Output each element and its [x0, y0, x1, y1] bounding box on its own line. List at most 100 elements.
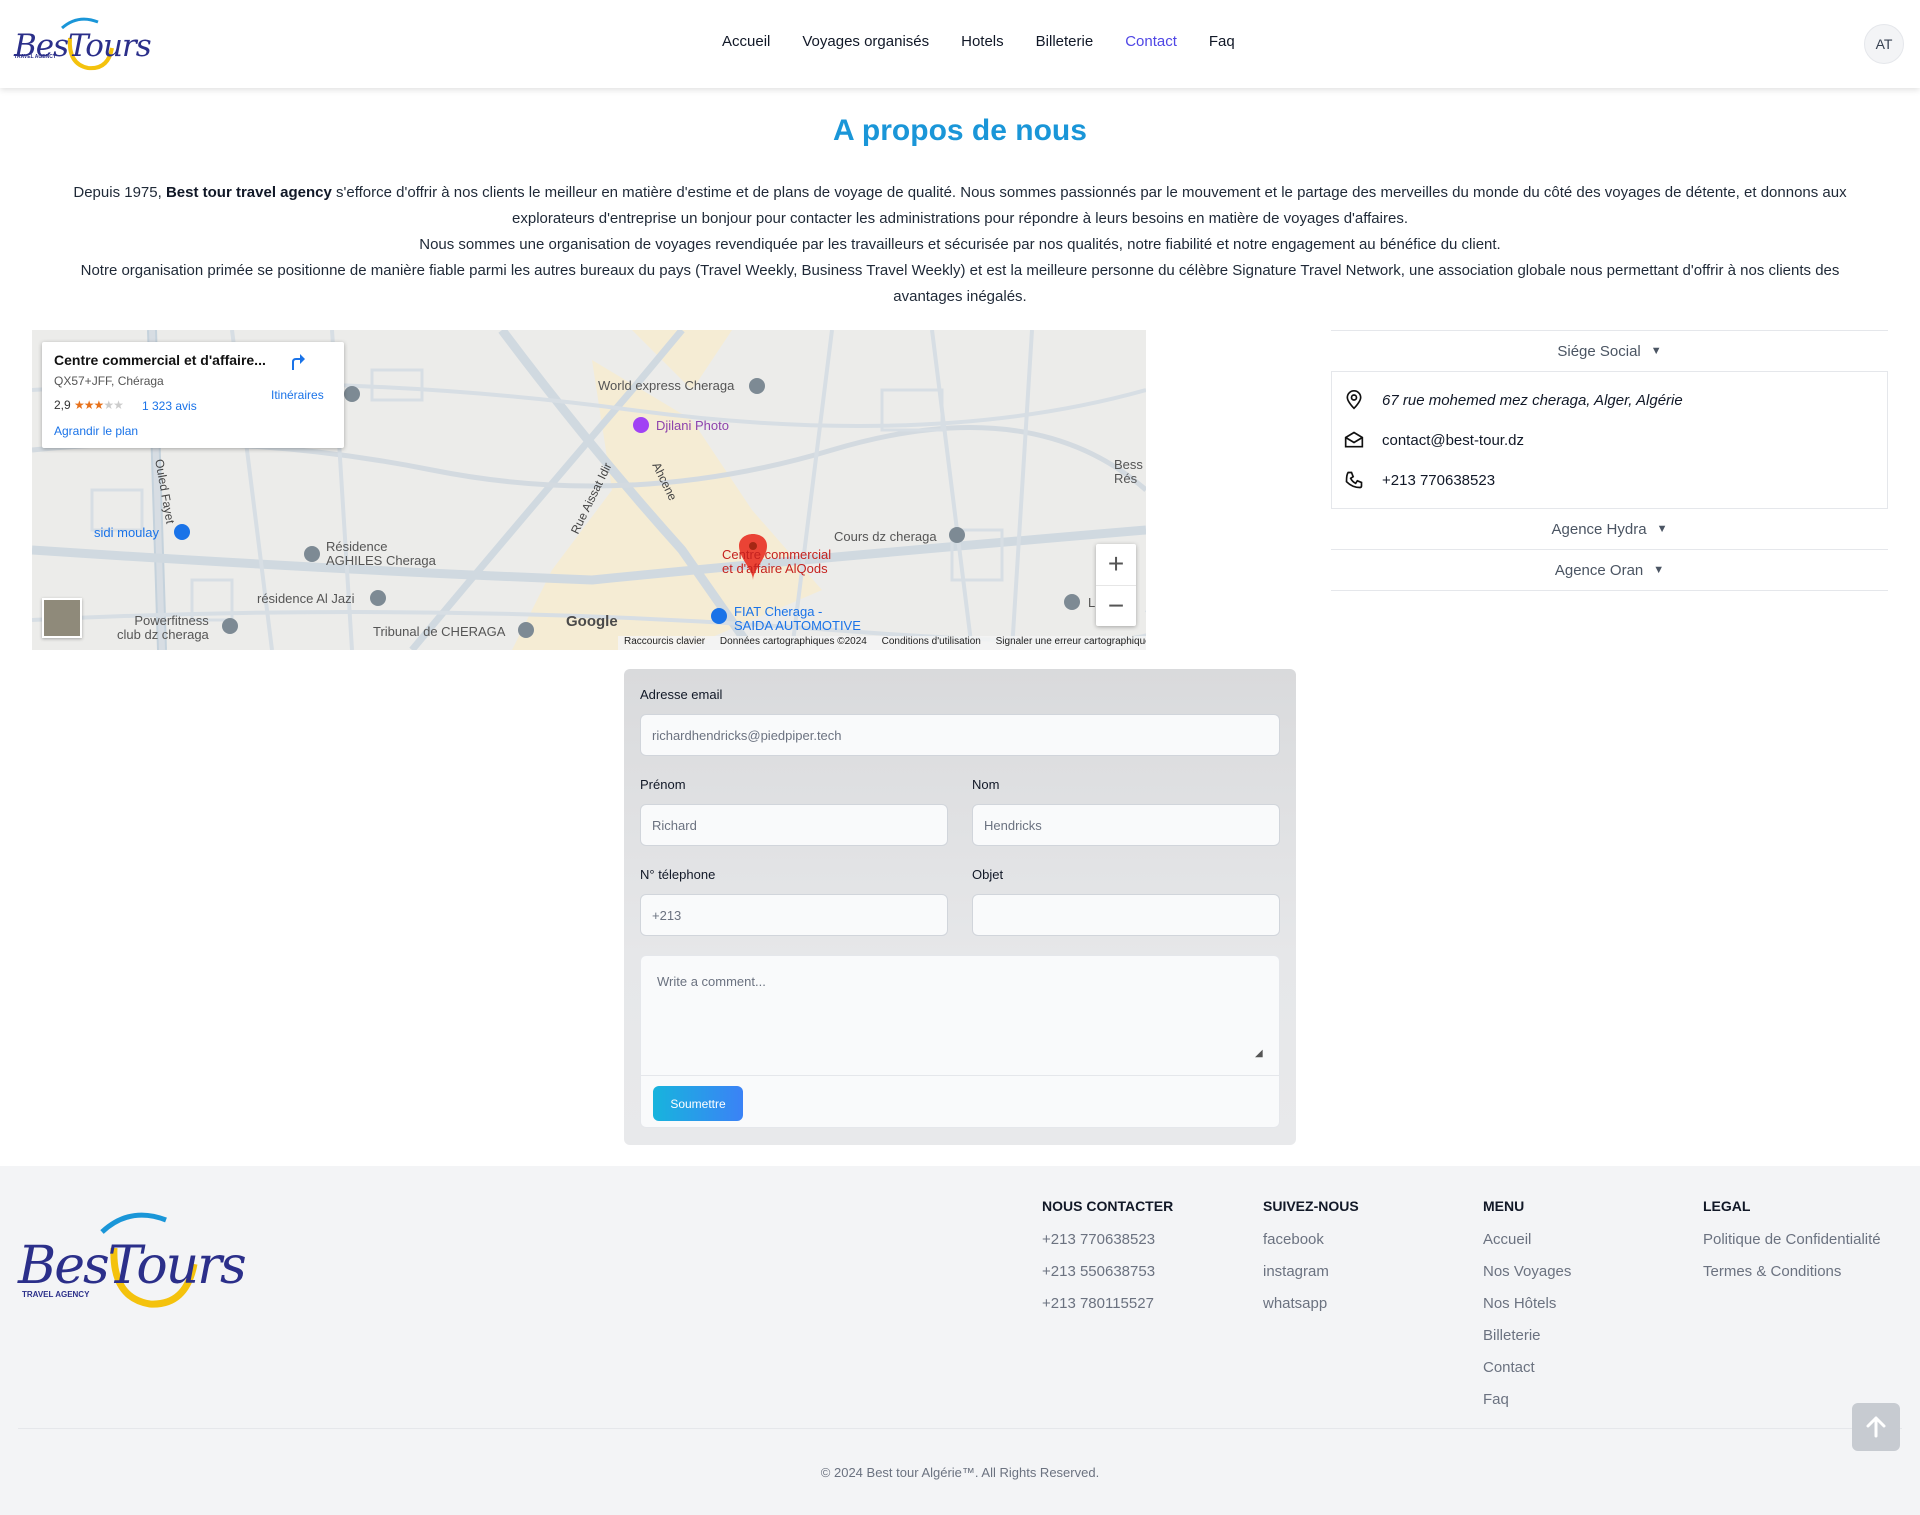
footer-legal-title: LEGAL: [1703, 1198, 1751, 1214]
footer-divider: [18, 1428, 1902, 1429]
nav-faq[interactable]: Faq: [1209, 33, 1235, 50]
nav-billeterie[interactable]: Billeterie: [1036, 33, 1094, 50]
footer-logo-subtitle: TRAVEL AGENCY: [22, 1290, 90, 1299]
logo-subtitle: TRAVEL AGENCY: [14, 54, 57, 60]
map-directions-link[interactable]: Itinéraires: [271, 388, 324, 402]
footer-follow-title: SUIVEZ-NOUS: [1263, 1198, 1359, 1214]
copyright: © 2024 Best tour Algérie™. All Rights Re…: [820, 1465, 1100, 1480]
nom-label: Nom: [972, 777, 1000, 792]
google-logo: Google: [566, 613, 618, 630]
nav-accueil[interactable]: Accueil: [722, 33, 770, 50]
user-avatar[interactable]: AT: [1864, 24, 1904, 64]
main-nav: Accueil Voyages organisés Hotels Billete…: [722, 33, 1267, 50]
map-reviews-link[interactable]: 1 323 avis: [142, 399, 197, 413]
nom-field[interactable]: Hendricks: [972, 804, 1280, 846]
map-data-credit: Données cartographiques ©2024: [719, 636, 867, 647]
footer-phone-2[interactable]: +213 550638753: [1042, 1262, 1173, 1281]
nav-voyages-organises[interactable]: Voyages organisés: [802, 33, 929, 50]
comment-area: Write a comment... ◢ Soumettre: [640, 955, 1280, 1128]
about-agency-name: Best tour travel agency: [165, 184, 332, 201]
zoom-out-button[interactable]: −: [1096, 585, 1136, 626]
map-label-bess: Bess Rés: [1114, 457, 1143, 486]
nav-hotels[interactable]: Hotels: [961, 33, 1004, 50]
nav-contact[interactable]: Contact: [1125, 33, 1177, 50]
footer-menu-faq[interactable]: Faq: [1483, 1390, 1571, 1409]
about-p1-before: Depuis 1975,: [73, 184, 166, 201]
map-place-title: Centre commercial et d'affaire...: [54, 352, 266, 368]
star-rating-icon: ★★★★★: [74, 398, 124, 412]
chevron-down-icon: ▼: [1653, 564, 1665, 576]
footer-contact-title: NOUS CONTACTER: [1042, 1198, 1174, 1214]
footer-menu-accueil[interactable]: Accueil: [1483, 1230, 1571, 1249]
footer-whatsapp-link[interactable]: whatsapp: [1263, 1294, 1359, 1313]
map-label-powerfitness: Powerfitness club dz cheraga: [117, 613, 209, 642]
footer-terms-link[interactable]: Termes & Conditions: [1703, 1262, 1881, 1281]
chevron-down-icon: ▼: [1650, 345, 1662, 357]
footer-instagram-link[interactable]: instagram: [1263, 1262, 1359, 1281]
footer-menu-hotels[interactable]: Nos Hôtels: [1483, 1294, 1571, 1313]
location-pin-icon: [1346, 390, 1362, 410]
footer-logo-text: BesTours: [18, 1236, 247, 1296]
objet-field[interactable]: [972, 894, 1280, 936]
resize-handle-icon[interactable]: ◢: [1255, 1048, 1263, 1059]
siege-address: 67 rue mohemed mez cheraga, Alger, Algér…: [1382, 391, 1683, 409]
map-label-cours: Cours dz cheraga: [834, 529, 937, 544]
zoom-in-button[interactable]: +: [1096, 544, 1136, 585]
map-label-residence: Résidence AGHILES Cheraga: [326, 539, 436, 568]
map-zoom-controls: + −: [1096, 544, 1136, 626]
site-header: BesTours TRAVEL AGENCY Accueil Voyages o…: [0, 0, 1920, 88]
email-label: Adresse email: [640, 687, 723, 702]
site-logo[interactable]: BesTours TRAVEL AGENCY: [14, 14, 152, 74]
about-text: Depuis 1975, Best tour travel agency s'e…: [60, 180, 1860, 310]
envelope-icon: [1344, 431, 1364, 448]
map-label-edge: L: [1088, 595, 1096, 610]
phone-field[interactable]: +213: [640, 894, 948, 936]
accordion-agence-hydra[interactable]: Agence Hydra ▼: [1331, 509, 1888, 549]
siege-email[interactable]: contact@best-tour.dz: [1382, 432, 1524, 449]
map-terms-link[interactable]: Conditions d'utilisation: [882, 636, 981, 647]
footer-menu-column: MENU Accueil Nos Voyages Nos Hôtels Bill…: [1483, 1198, 1571, 1422]
map-report-link[interactable]: Signaler une erreur cartographique: [996, 636, 1146, 647]
email-field[interactable]: richardhendricks@piedpiper.tech: [640, 714, 1280, 756]
footer-social-column: SUIVEZ-NOUS facebook instagram whatsapp: [1263, 1198, 1359, 1326]
footer-phone-3[interactable]: +213 780115527: [1042, 1294, 1173, 1313]
footer-facebook-link[interactable]: facebook: [1263, 1230, 1359, 1249]
satellite-toggle[interactable]: [42, 598, 82, 638]
map-enlarge-link[interactable]: Agrandir le plan: [54, 424, 138, 438]
arrow-up-icon: [1866, 1416, 1886, 1438]
siege-address-row: 67 rue mohemed mez cheraga, Alger, Algér…: [1344, 390, 1683, 410]
siege-phone[interactable]: +213 770638523: [1382, 472, 1495, 489]
map-label-fiat: FIAT Cheraga - SAIDA AUTOMOTIVE: [734, 604, 861, 633]
footer-logo[interactable]: BesTours TRAVEL AGENCY: [18, 1202, 247, 1312]
back-to-top-button[interactable]: [1852, 1403, 1900, 1451]
about-p1-after: s'efforce d'offrir à nos clients le meil…: [331, 184, 1847, 227]
accordion-agence-oran[interactable]: Agence Oran ▼: [1331, 550, 1888, 590]
map-label-centre: Centre commercial et d'affaire AlQods: [722, 547, 832, 576]
objet-label: Objet: [972, 867, 1004, 882]
accordion-siege-label: Siége Social: [1557, 342, 1641, 360]
comment-textarea[interactable]: Write a comment...: [657, 974, 766, 989]
divider: [641, 1075, 1279, 1076]
map-place-rating: 2,9 ★★★★★: [54, 398, 124, 412]
footer-phone-1[interactable]: +213 770638523: [1042, 1230, 1173, 1249]
accordion-hydra-label: Agence Hydra: [1551, 520, 1647, 538]
footer-menu-billeterie[interactable]: Billeterie: [1483, 1326, 1571, 1345]
phone-label: N° télephone: [640, 867, 716, 882]
agencies-accordion: Siége Social ▼ 67 rue mohemed mez cherag…: [1331, 330, 1888, 591]
siege-email-row: contact@best-tour.dz: [1344, 430, 1524, 450]
footer-menu-title: MENU: [1483, 1198, 1525, 1214]
footer-menu-contact[interactable]: Contact: [1483, 1358, 1571, 1377]
about-p2: Nous sommes une organisation de voyages …: [419, 236, 1501, 253]
site-footer: BesTours TRAVEL AGENCY NOUS CONTACTER +2…: [0, 1166, 1920, 1515]
footer-privacy-link[interactable]: Politique de Confidentialité: [1703, 1230, 1881, 1249]
phone-icon: [1345, 471, 1363, 489]
submit-button[interactable]: Soumettre: [653, 1086, 743, 1121]
accordion-siege-social[interactable]: Siége Social ▼: [1331, 331, 1888, 371]
siege-phone-row: +213 770638523: [1344, 470, 1495, 490]
map-keyboard-shortcuts[interactable]: Raccourcis clavier: [624, 636, 705, 647]
footer-menu-voyages[interactable]: Nos Voyages: [1483, 1262, 1571, 1281]
prenom-field[interactable]: Richard: [640, 804, 948, 846]
map-label-al-jazi: résidence Al Jazi: [257, 591, 355, 606]
google-map[interactable]: World express Cheraga Djilani Photo sidi…: [32, 330, 1146, 650]
about-p3: Notre organisation primée se positionne …: [80, 262, 1840, 305]
